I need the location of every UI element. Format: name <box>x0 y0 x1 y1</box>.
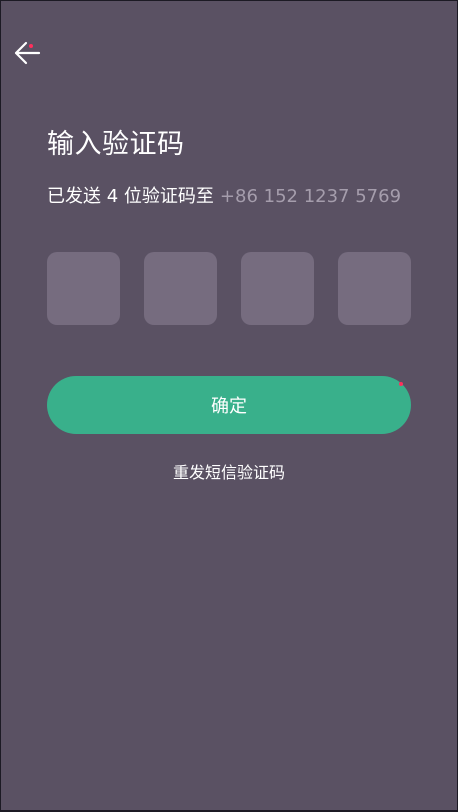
sent-info-text: 已发送 4 位验证码至 <box>47 186 214 207</box>
code-input-row <box>47 252 411 325</box>
code-digit-2[interactable] <box>144 252 217 325</box>
page-title: 输入验证码 <box>47 129 185 160</box>
code-digit-3[interactable] <box>241 252 314 325</box>
confirm-button-label: 确定 <box>211 396 247 417</box>
touch-indicator-dot <box>29 44 33 48</box>
back-button[interactable] <box>11 37 43 69</box>
verification-screen: 输入验证码 已发送 4 位验证码至 +86 152 1237 5769 确定 重发… <box>1 1 457 810</box>
sent-info: 已发送 4 位验证码至 +86 152 1237 5769 <box>47 182 401 208</box>
code-digit-1[interactable] <box>47 252 120 325</box>
phone-number: +86 152 1237 5769 <box>219 186 402 207</box>
resend-sms-link[interactable]: 重发短信验证码 <box>1 459 457 483</box>
touch-indicator-dot <box>399 382 403 386</box>
confirm-button[interactable]: 确定 <box>47 376 411 434</box>
code-digit-4[interactable] <box>338 252 411 325</box>
arrow-left-icon <box>14 41 41 65</box>
